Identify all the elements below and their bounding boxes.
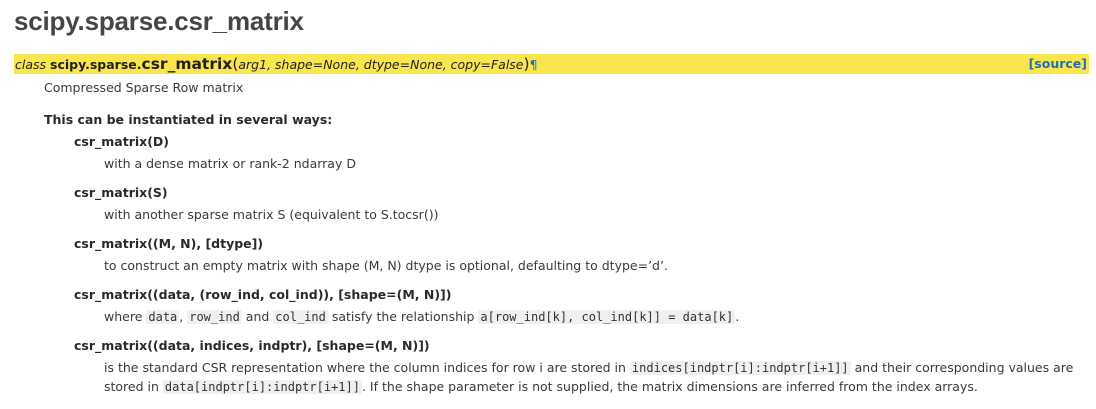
way-term-3: csr_matrix((M, N), [dtype]) bbox=[74, 236, 264, 251]
way-term-5: csr_matrix((data, indices, indptr), [sha… bbox=[74, 338, 430, 353]
page-title: scipy.sparse.csr_matrix bbox=[14, 6, 304, 36]
class-signature: class scipy.sparse.csr_matrix(arg1, shap… bbox=[14, 54, 1089, 74]
way-term-1: csr_matrix(D) bbox=[74, 134, 170, 149]
way-term-4: csr_matrix((data, (row_ind, col_ind)), [… bbox=[74, 287, 452, 302]
class-description: Compressed Sparse Row matrix bbox=[44, 80, 244, 95]
signature-params: arg1, shape=None, dtype=None, copy=False bbox=[238, 57, 524, 72]
way-text-4-part: where bbox=[104, 309, 147, 324]
way-text-4-part: and bbox=[241, 309, 274, 324]
way-text-4: where data, row_ind and col_ind satisfy … bbox=[104, 309, 739, 324]
way-text-1: with a dense matrix or rank-2 ndarray D bbox=[104, 156, 356, 171]
way-text-5-part: . If the shape parameter is not supplied… bbox=[361, 379, 978, 394]
way-text-4-part: satisfy the relationship bbox=[327, 309, 479, 324]
way-text-4-part: . bbox=[735, 309, 740, 324]
signature-keyword: class bbox=[15, 57, 47, 72]
source-link[interactable]: [source] bbox=[1029, 54, 1087, 74]
way-text-5-part: is the standard CSR representation where… bbox=[104, 360, 630, 375]
instantiation-heading: This can be instantiated in several ways… bbox=[44, 112, 333, 127]
way-text-2: with another sparse matrix S (equivalent… bbox=[104, 207, 439, 222]
inline-code-indices: indices[indptr[i]:indptr[i+1]] bbox=[629, 361, 851, 375]
way-text-5-part: and their corresponding values are bbox=[850, 360, 1074, 375]
signature-name: csr_matrix bbox=[141, 55, 233, 73]
signature-module: scipy.sparse. bbox=[50, 57, 142, 72]
inline-code-data-slice: data[indptr[i]:indptr[i+1]] bbox=[162, 380, 362, 394]
inline-code-row-ind: row_ind bbox=[187, 310, 242, 324]
way-text-5-part: stored in bbox=[104, 379, 163, 394]
way-text-3: to construct an empty matrix with shape … bbox=[104, 258, 668, 273]
way-term-2: csr_matrix(S) bbox=[74, 185, 168, 200]
inline-code-col-ind: col_ind bbox=[273, 310, 328, 324]
way-text-5-line-1: is the standard CSR representation where… bbox=[104, 360, 1073, 375]
inline-code-data: data bbox=[146, 310, 180, 324]
inline-code-relationship: a[row_ind[k], col_ind[k]] = data[k] bbox=[478, 310, 736, 324]
permalink-icon[interactable]: ¶ bbox=[530, 57, 538, 72]
way-text-5-line-2: stored in data[indptr[i]:indptr[i+1]]. I… bbox=[104, 379, 978, 394]
